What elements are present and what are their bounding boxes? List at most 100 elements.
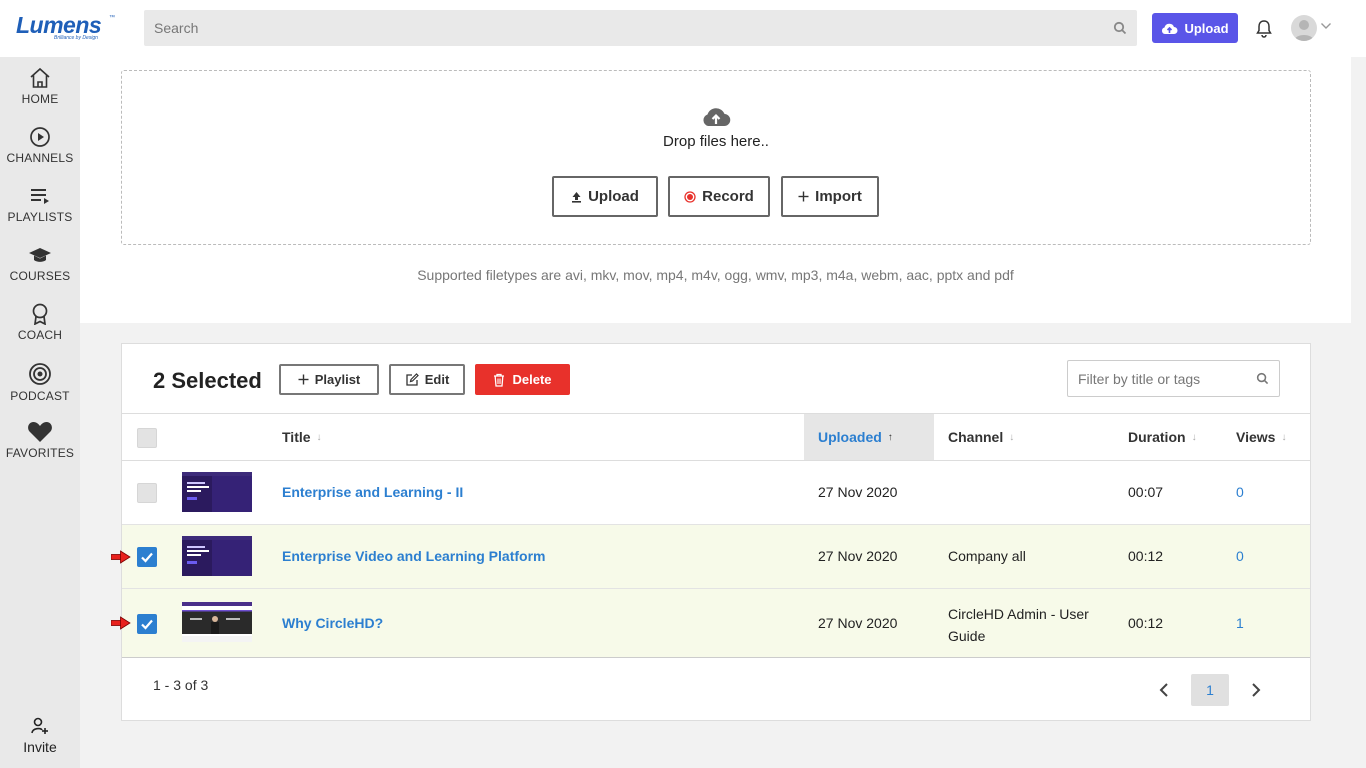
search-icon[interactable] xyxy=(1113,21,1127,35)
sidebar-item-coach[interactable]: COACH xyxy=(0,303,80,355)
channel-name: Company all xyxy=(948,548,1026,564)
duration: 00:12 xyxy=(1128,615,1164,631)
search-icon[interactable] xyxy=(1256,372,1269,385)
table-header: Title ↓ Uploaded ↑ Channel ↓ Duration ↓ … xyxy=(122,413,1310,461)
search-input[interactable] xyxy=(144,10,1104,46)
column-channel[interactable]: Channel ↓ xyxy=(948,429,1014,445)
sidebar-item-podcast[interactable]: PODCAST xyxy=(0,362,80,414)
row-checkbox[interactable] xyxy=(137,483,157,503)
top-bar: Lumens ™ Brilliance by Design Upload xyxy=(0,0,1366,57)
sidebar-item-label: COACH xyxy=(17,328,63,342)
supported-filetypes-text: Supported filetypes are avi, mkv, mov, m… xyxy=(417,267,1014,283)
edit-button-label: Edit xyxy=(424,372,450,387)
logo-tagline: Brilliance by Design xyxy=(54,35,98,41)
filter-input[interactable] xyxy=(1068,361,1248,396)
video-thumbnail[interactable] xyxy=(182,602,252,642)
sidebar-item-label: COURSES xyxy=(9,269,71,283)
record-button[interactable]: Record xyxy=(668,176,770,217)
podcast-icon xyxy=(29,363,51,385)
import-button-label: Import xyxy=(815,188,862,205)
plus-icon xyxy=(798,191,809,202)
checkmark-icon xyxy=(141,619,153,630)
add-to-playlist-button[interactable]: Playlist xyxy=(279,364,379,395)
video-title-link[interactable]: Why CircleHD? xyxy=(282,615,383,631)
video-title-link[interactable]: Enterprise Video and Learning Platform xyxy=(282,548,545,564)
channel-name-line1: CircleHD Admin - User xyxy=(948,606,1089,622)
sort-arrow-icon: ↓ xyxy=(1281,431,1287,443)
sidebar-item-favorites[interactable]: FAVORITES xyxy=(0,421,80,473)
scrollbar[interactable] xyxy=(1351,57,1366,768)
sidebar-item-label: FAVORITES xyxy=(5,446,75,460)
channel-name: CircleHD Admin - User Guide xyxy=(948,603,1089,647)
search-bar xyxy=(144,10,1137,46)
views-count[interactable]: 0 xyxy=(1236,484,1244,500)
add-user-icon xyxy=(31,717,48,734)
invite-button[interactable]: Invite xyxy=(0,717,80,755)
home-icon xyxy=(30,67,50,88)
annotation-arrow-icon xyxy=(111,550,131,564)
uploaded-date: 27 Nov 2020 xyxy=(818,484,898,500)
sidebar-item-channels[interactable]: CHANNELS xyxy=(0,126,80,178)
plus-icon xyxy=(298,374,309,385)
table-row: Why CircleHD? 27 Nov 2020 CircleHD Admin… xyxy=(122,589,1310,658)
sidebar-item-courses[interactable]: COURSES xyxy=(0,244,80,296)
record-button-label: Record xyxy=(702,188,754,205)
upload-button-label: Upload xyxy=(588,188,639,205)
logo-text: Lumens xyxy=(16,12,102,38)
chevron-left-icon[interactable] xyxy=(1158,682,1170,698)
trash-icon xyxy=(494,373,505,387)
video-title-link[interactable]: Enterprise and Learning - II xyxy=(282,484,463,500)
annotation-arrow-icon xyxy=(111,616,131,630)
sort-arrow-up-icon: ↑ xyxy=(887,431,893,443)
header-upload-label: Upload xyxy=(1184,20,1229,36)
video-thumbnail[interactable] xyxy=(182,536,252,576)
column-duration[interactable]: Duration ↓ xyxy=(1128,429,1197,445)
duration: 00:07 xyxy=(1128,484,1164,500)
avatar[interactable] xyxy=(1291,15,1317,41)
dropzone[interactable]: Drop files here.. Upload Record Import xyxy=(121,70,1311,245)
logo[interactable]: Lumens ™ Brilliance by Design xyxy=(16,14,116,42)
edit-button[interactable]: Edit xyxy=(389,364,465,395)
table-row: Enterprise and Learning - II 27 Nov 2020… xyxy=(122,461,1310,525)
chevron-down-icon[interactable] xyxy=(1320,22,1332,30)
column-views[interactable]: Views ↓ xyxy=(1236,429,1286,445)
row-checkbox[interactable] xyxy=(137,614,157,634)
play-circle-icon xyxy=(30,127,50,147)
import-button[interactable]: Import xyxy=(781,176,879,217)
edit-icon xyxy=(406,372,419,386)
sidebar-item-label: PODCAST xyxy=(10,389,70,403)
heart-icon xyxy=(28,422,52,442)
select-all-checkbox[interactable] xyxy=(137,428,157,448)
video-thumbnail[interactable] xyxy=(182,472,252,512)
sort-arrow-icon: ↓ xyxy=(316,431,322,443)
upload-button[interactable]: Upload xyxy=(552,176,658,217)
delete-button-label: Delete xyxy=(512,372,552,387)
column-title[interactable]: Title ↓ xyxy=(282,429,322,445)
drop-files-text: Drop files here.. xyxy=(663,133,769,150)
views-count[interactable]: 1 xyxy=(1236,615,1244,631)
sort-arrow-icon: ↓ xyxy=(1009,431,1015,443)
header-upload-button[interactable]: Upload xyxy=(1152,13,1238,43)
column-uploaded[interactable]: Uploaded ↑ xyxy=(818,429,893,445)
pagination-info: 1 - 3 of 3 xyxy=(153,677,209,693)
sidebar-item-playlists[interactable]: PLAYLISTS xyxy=(0,185,80,237)
column-channel-label: Channel xyxy=(948,429,1004,445)
chevron-right-icon[interactable] xyxy=(1250,682,1262,698)
selected-count: 2 Selected xyxy=(153,368,262,393)
cloud-upload-icon xyxy=(1162,23,1178,34)
page-number-button[interactable]: 1 xyxy=(1191,674,1229,706)
invite-label: Invite xyxy=(23,739,57,755)
sidebar-item-home[interactable]: HOME xyxy=(0,67,80,119)
sidebar-item-label: HOME xyxy=(21,92,59,106)
cloud-upload-icon xyxy=(703,108,731,127)
delete-button[interactable]: Delete xyxy=(475,364,570,395)
views-count[interactable]: 0 xyxy=(1236,548,1244,564)
sidebar-item-label: CHANNELS xyxy=(6,151,74,165)
row-checkbox[interactable] xyxy=(137,547,157,567)
logo-trademark: ™ xyxy=(109,15,115,21)
table-row: Enterprise Video and Learning Platform 2… xyxy=(122,525,1310,589)
column-views-label: Views xyxy=(1236,429,1276,445)
sidebar-item-label: PLAYLISTS xyxy=(7,210,73,224)
playlist-icon xyxy=(31,189,49,204)
bell-icon[interactable] xyxy=(1255,19,1273,38)
